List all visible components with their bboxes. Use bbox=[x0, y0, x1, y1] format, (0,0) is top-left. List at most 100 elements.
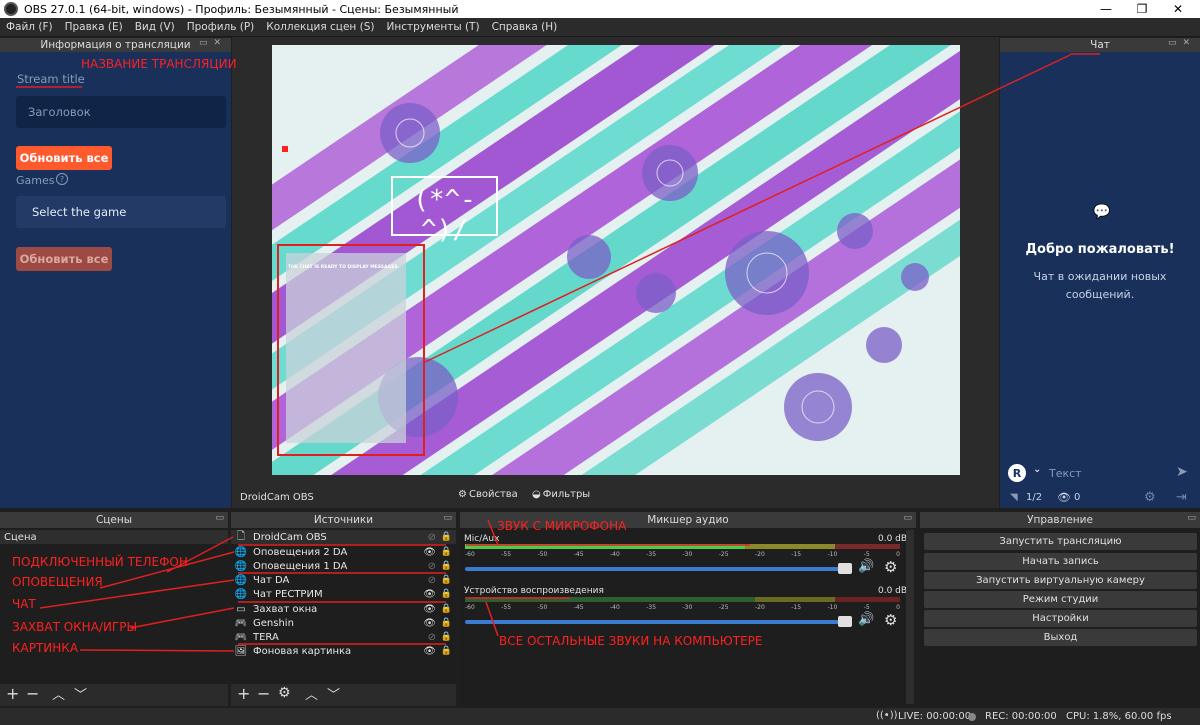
remove-icon[interactable]: − bbox=[257, 684, 270, 703]
dock-float-close-icons[interactable]: ▭✕ bbox=[199, 38, 227, 48]
source-row[interactable]: 🌐 Оповещения 1 DA ⊘ 🔒 bbox=[231, 559, 456, 573]
record-dot-icon bbox=[968, 713, 976, 721]
chevron-down-icon[interactable]: ⌄ bbox=[1033, 464, 1041, 475]
scrollbar[interactable] bbox=[906, 530, 914, 704]
annotation-chat: ЧАТ bbox=[12, 597, 36, 611]
dock-float-icon[interactable]: ▭ bbox=[903, 513, 912, 523]
chat-widget-text: THE CHAT IS READY TO DISPLAY MESSAGES. bbox=[288, 265, 400, 270]
source-name: Оповещения 2 DA bbox=[253, 546, 348, 558]
filters-button[interactable]: ◒ Фильтры bbox=[532, 489, 590, 500]
lock-icon[interactable]: 🔒 bbox=[441, 561, 452, 571]
eye-icon[interactable]: 👁 bbox=[423, 547, 436, 558]
tick: -35 bbox=[646, 604, 657, 611]
volume-slider[interactable] bbox=[465, 620, 847, 624]
source-row[interactable]: 🖼 Фоновая картинка 👁 🔒 bbox=[231, 644, 456, 658]
dock-float-close-icons[interactable]: ▭✕ bbox=[1168, 38, 1196, 48]
eye-hidden-icon[interactable]: ⊘ bbox=[428, 532, 436, 543]
menu-profile[interactable]: Профиль (P) bbox=[181, 21, 261, 33]
remove-icon[interactable]: − bbox=[26, 684, 39, 703]
dock-float-icon[interactable]: ▭ bbox=[443, 513, 452, 523]
volume-slider[interactable] bbox=[465, 567, 847, 571]
eye-hidden-icon[interactable]: ⊘ bbox=[428, 561, 436, 572]
volume-slider-handle[interactable] bbox=[838, 563, 852, 574]
gear-icon[interactable]: ⚙ bbox=[278, 685, 291, 701]
eye-icon[interactable]: 👁 bbox=[423, 589, 436, 600]
exit-icon[interactable]: ⇥ bbox=[1176, 490, 1187, 505]
update-all-button-disabled[interactable]: Обновить все bbox=[16, 247, 112, 271]
studio-mode-button[interactable]: Режим студии bbox=[924, 591, 1197, 608]
preview-canvas[interactable]: (*^-^)/ THE CHAT IS READY TO DISPLAY MES… bbox=[272, 45, 960, 475]
rec-status: REC: 00:00:00 bbox=[985, 711, 1057, 722]
settings-button[interactable]: Настройки bbox=[924, 610, 1197, 627]
stream-title-input[interactable]: Заголовок bbox=[16, 96, 226, 128]
minimize-button[interactable]: — bbox=[1088, 0, 1124, 18]
avatar[interactable]: R bbox=[1008, 464, 1026, 482]
chat-input[interactable]: Текст bbox=[1049, 467, 1082, 480]
channel-db: 0.0 dB bbox=[878, 534, 908, 544]
add-icon[interactable]: + bbox=[237, 684, 250, 703]
dock-float-icon[interactable]: ▭ bbox=[1187, 513, 1196, 523]
stream-info-title: Информация о трансляции bbox=[40, 39, 191, 51]
lock-icon[interactable]: 🔒 bbox=[441, 575, 452, 585]
move-up-icon[interactable]: ︿ bbox=[305, 684, 318, 703]
close-button[interactable]: ✕ bbox=[1160, 0, 1196, 18]
eye-hidden-icon[interactable]: ⊘ bbox=[428, 632, 436, 643]
gear-icon[interactable]: ⚙ bbox=[884, 558, 897, 576]
source-row[interactable]: 🗋 DroidCam OBS ⊘ 🔒 bbox=[231, 530, 456, 544]
update-all-button[interactable]: Обновить все bbox=[16, 146, 112, 170]
source-row[interactable]: ▭ Захват окна 👁 🔒 bbox=[231, 602, 456, 616]
menu-tools[interactable]: Инструменты (T) bbox=[380, 21, 485, 33]
source-row[interactable]: 🌐 Чат DA ⊘ 🔒 bbox=[231, 573, 456, 587]
source-row[interactable]: 🎮 Genshin 👁 🔒 bbox=[231, 616, 456, 630]
source-row[interactable]: 🌐 Оповещения 2 DA 👁 🔒 bbox=[231, 545, 456, 559]
window-title: OBS 27.0.1 (64-bit, windows) - Профиль: … bbox=[24, 2, 459, 16]
eye-icon[interactable]: 👁 bbox=[423, 604, 436, 615]
menu-help[interactable]: Справка (H) bbox=[486, 21, 564, 33]
start-virtual-camera-button[interactable]: Запустить виртуальную камеру bbox=[924, 572, 1197, 589]
lock-icon[interactable]: 🔒 bbox=[441, 618, 452, 628]
properties-button[interactable]: ⚙ Свойства bbox=[458, 489, 518, 500]
menu-view[interactable]: Вид (V) bbox=[129, 21, 181, 33]
move-down-icon[interactable]: ﹀ bbox=[74, 684, 87, 703]
help-icon[interactable]: ? bbox=[56, 173, 68, 185]
source-name: Фоновая картинка bbox=[253, 645, 352, 657]
broadcast-icon: ((•)) bbox=[876, 710, 898, 721]
scenes-title: Сцены bbox=[95, 514, 133, 526]
dock-float-icon[interactable]: ▭ bbox=[215, 513, 224, 523]
scene-item[interactable]: Сцена bbox=[0, 530, 228, 544]
move-down-icon[interactable]: ﹀ bbox=[327, 684, 340, 703]
lock-icon[interactable]: 🔒 bbox=[441, 532, 452, 542]
add-icon[interactable]: + bbox=[6, 684, 19, 703]
lock-icon[interactable]: 🔒 bbox=[441, 604, 452, 614]
speaker-icon[interactable]: 🔊 bbox=[858, 559, 874, 574]
game-select[interactable]: Select the game bbox=[16, 196, 226, 228]
lock-icon[interactable]: 🔒 bbox=[441, 632, 452, 642]
tick: -60 bbox=[465, 551, 475, 558]
source-name: DroidCam OBS bbox=[253, 531, 327, 543]
speaker-icon[interactable]: 🔊 bbox=[858, 612, 874, 627]
move-up-icon[interactable]: ︿ bbox=[52, 684, 65, 703]
tick: -15 bbox=[791, 604, 802, 611]
maximize-button[interactable]: ❐ bbox=[1124, 0, 1160, 18]
start-recording-button[interactable]: Начать запись bbox=[924, 553, 1197, 570]
volume-slider-handle[interactable] bbox=[838, 616, 852, 627]
level-meter-red bbox=[835, 597, 900, 602]
eye-hidden-icon[interactable]: ⊘ bbox=[428, 575, 436, 586]
menu-edit[interactable]: Правка (E) bbox=[59, 21, 129, 33]
menu-file[interactable]: Файл (F) bbox=[0, 21, 59, 33]
send-icon[interactable]: ➤ bbox=[1176, 464, 1188, 480]
source-row[interactable]: 🎮 TERA ⊘ 🔒 bbox=[231, 630, 456, 644]
eye-icon[interactable]: 👁 bbox=[423, 646, 436, 657]
lock-icon[interactable]: 🔒 bbox=[441, 547, 452, 557]
menu-scene-collection[interactable]: Коллекция сцен (S) bbox=[260, 21, 380, 33]
gear-icon[interactable]: ⚙ bbox=[1144, 490, 1156, 505]
lock-icon[interactable]: 🔒 bbox=[441, 589, 452, 599]
exit-button[interactable]: Выход bbox=[924, 629, 1197, 646]
lock-icon[interactable]: 🔒 bbox=[441, 646, 452, 656]
start-streaming-button[interactable]: Запустить трансляцию bbox=[924, 533, 1197, 550]
controls-header: Управление ▭ bbox=[920, 512, 1200, 528]
source-row[interactable]: 🌐 Чат РЕСТРИМ 👁 🔒 bbox=[231, 587, 456, 601]
gear-icon[interactable]: ⚙ bbox=[884, 611, 897, 629]
eye-icon[interactable]: 👁 bbox=[423, 618, 436, 629]
games-label: Games bbox=[16, 174, 55, 187]
